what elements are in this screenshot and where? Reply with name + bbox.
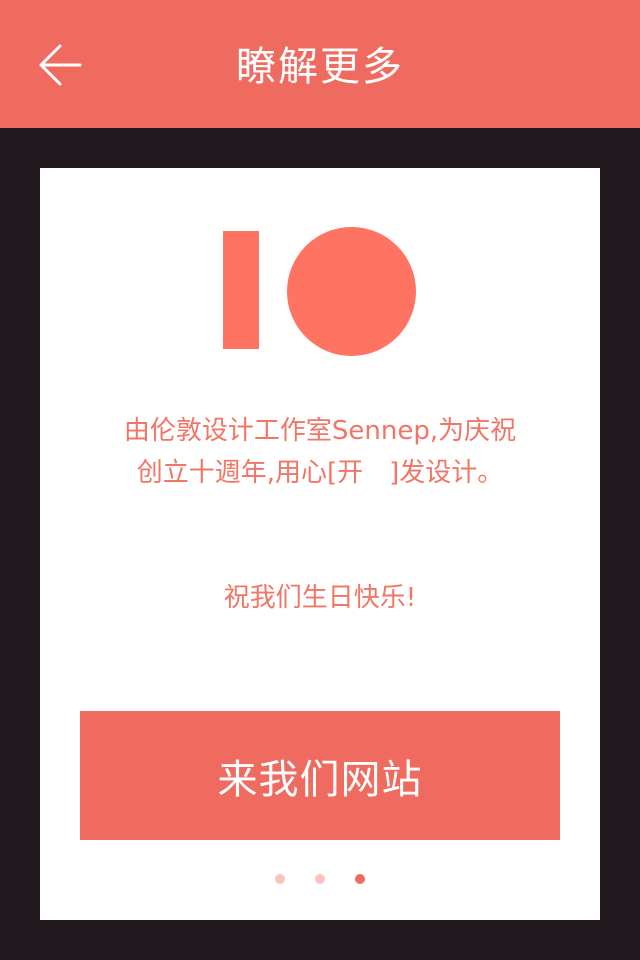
logo-bar-shape (223, 231, 259, 349)
page-title: 瞭解更多 (236, 44, 404, 90)
arrow-left-icon (39, 44, 82, 86)
page-dot-1[interactable] (275, 874, 285, 884)
description-text: 由伦敦设计工作室Sennep,为庆祝创立十週年,用心[开 ]发设计。 (123, 416, 517, 488)
page-dot-3[interactable] (355, 874, 365, 884)
back-button[interactable] (36, 40, 86, 90)
top-nav-bar: 瞭解更多 (0, 0, 640, 128)
page-dot-2[interactable] (315, 874, 325, 884)
birthday-greeting: 祝我们生日快乐! (223, 583, 417, 613)
page-indicator (40, 874, 600, 886)
visit-website-button[interactable]: 来我们网站 (80, 711, 560, 840)
info-card: 由伦敦设计工作室Sennep,为庆祝创立十週年,用心[开 ]发设计。 祝我们生日… (40, 168, 600, 920)
logo-circle-shape (287, 227, 416, 356)
io-logo (223, 227, 416, 356)
